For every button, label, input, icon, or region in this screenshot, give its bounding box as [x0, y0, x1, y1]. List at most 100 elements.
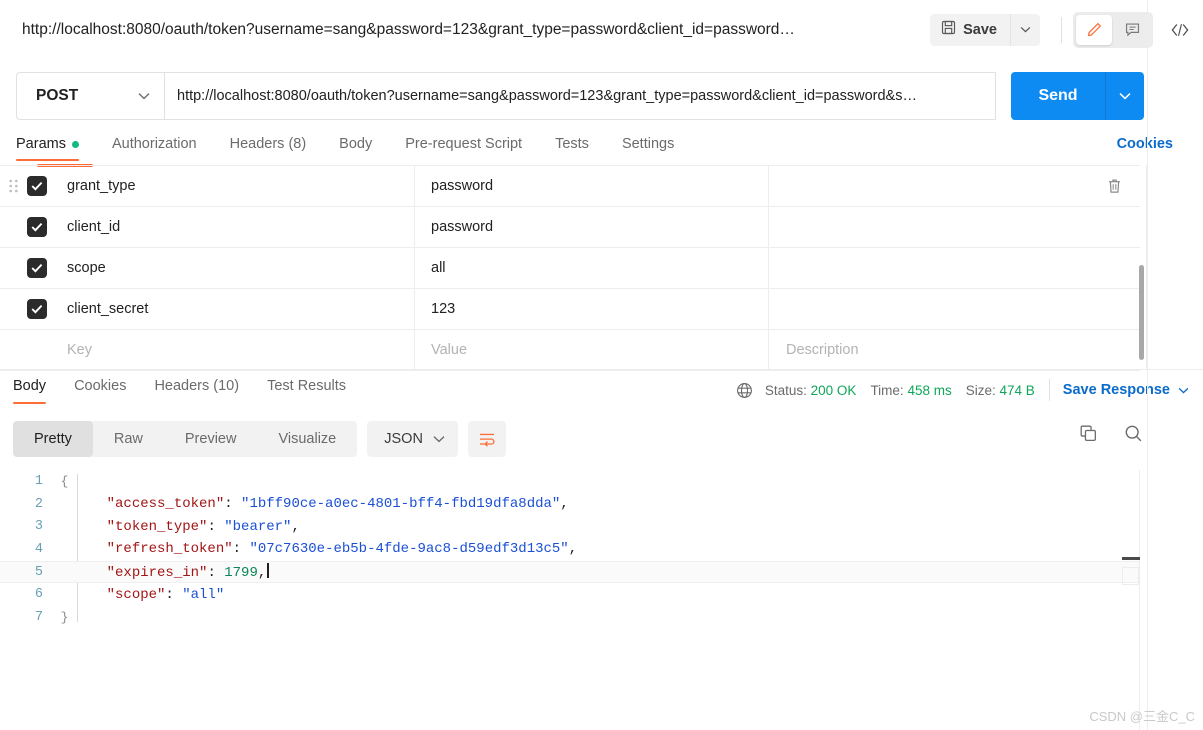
code-line-number: 7 — [34, 609, 43, 625]
response-tabs: Body Cookies Headers (10) Test Results — [13, 378, 633, 408]
code-line-number: 2 — [34, 496, 43, 512]
param-value[interactable]: password — [415, 206, 769, 248]
params-scrollbar-thumb[interactable] — [1139, 265, 1144, 360]
row-checkbox[interactable] — [27, 176, 47, 196]
code-line-text: "access_token": "1bff90ce-a0ec-4801-bff4… — [106, 496, 569, 513]
table-row[interactable]: client_id password — [0, 206, 1140, 248]
param-value[interactable]: all — [415, 247, 769, 289]
send-button[interactable]: Send — [1011, 72, 1105, 120]
delete-param-placeholder — [1088, 207, 1140, 248]
comment-toggle-button[interactable] — [1114, 15, 1150, 45]
row-checkbox[interactable] — [27, 258, 47, 278]
code-line[interactable]: 1{ — [0, 470, 1140, 493]
tab-response-headers[interactable]: Headers (10) — [154, 378, 239, 404]
tab-authorization[interactable]: Authorization — [112, 136, 197, 161]
tab-params[interactable]: Params — [16, 136, 79, 161]
code-minimap[interactable] — [1122, 567, 1139, 585]
time-label: Time: 458 ms — [870, 383, 951, 398]
code-right-border — [1139, 470, 1140, 730]
search-icon[interactable] — [1124, 424, 1143, 443]
param-key[interactable]: grant_type — [64, 165, 415, 207]
tab-response-cookies[interactable]: Cookies — [74, 378, 126, 404]
size-label-text: Size: — [965, 382, 996, 398]
trash-icon — [1108, 179, 1120, 193]
response-meta: Status: 200 OK Time: 458 ms Size: 474 B … — [736, 378, 1189, 402]
save-options-caret[interactable] — [1010, 13, 1040, 46]
tab-body[interactable]: Body — [339, 136, 372, 161]
chevron-down-icon — [1020, 26, 1031, 33]
check-icon — [31, 304, 43, 314]
edit-toggle-button[interactable] — [1076, 14, 1112, 45]
view-visualize[interactable]: Visualize — [257, 421, 357, 457]
row-checkbox-cell — [27, 166, 64, 207]
param-description[interactable] — [769, 166, 1088, 207]
divider — [1061, 16, 1062, 43]
table-row[interactable]: client_secret 123 — [0, 288, 1140, 330]
param-description[interactable] — [769, 248, 1088, 289]
code-line[interactable]: 7} — [0, 606, 1140, 629]
comment-icon — [1125, 23, 1139, 37]
tab-pre-request-script[interactable]: Pre-request Script — [405, 136, 522, 161]
new-param-key-input[interactable]: Key — [64, 329, 415, 371]
table-row[interactable]: scope all — [0, 247, 1140, 289]
request-tabs: Params Authorization Headers (8) Body Pr… — [16, 136, 1188, 168]
save-button-label: Save — [963, 21, 997, 38]
time-label-text: Time: — [870, 382, 904, 398]
save-response-button[interactable]: Save Response — [1063, 382, 1189, 398]
code-fold-brace[interactable]: } — [58, 610, 71, 625]
tab-test-results[interactable]: Test Results — [267, 378, 346, 404]
tab-tests[interactable]: Tests — [555, 136, 589, 161]
view-raw[interactable]: Raw — [93, 421, 164, 457]
code-line[interactable]: 3 "token_type": "bearer", — [0, 515, 1140, 538]
param-key[interactable]: scope — [64, 247, 415, 289]
row-checkbox[interactable] — [27, 299, 47, 319]
code-scroll-marker[interactable] — [1122, 557, 1140, 560]
response-body-code[interactable]: 1{2 "access_token": "1bff90ce-a0ec-4801-… — [0, 470, 1140, 715]
save-button[interactable]: Save — [930, 13, 1010, 46]
param-value[interactable]: password — [415, 165, 769, 207]
request-url-value: http://localhost:8080/oauth/token?userna… — [177, 88, 917, 104]
cookies-link[interactable]: Cookies — [1117, 136, 1173, 152]
time-value: 458 ms — [907, 382, 952, 398]
param-key[interactable]: client_secret — [64, 288, 415, 330]
table-row[interactable]: grant_type password — [0, 165, 1140, 207]
view-pretty[interactable]: Pretty — [13, 421, 93, 457]
row-checkbox[interactable] — [27, 217, 47, 237]
panel-right-edge — [1147, 0, 1148, 730]
param-description[interactable] — [769, 207, 1088, 248]
send-options-caret[interactable] — [1105, 72, 1144, 120]
code-snippet-button[interactable] — [1157, 10, 1203, 50]
tab-headers[interactable]: Headers (8) — [230, 136, 307, 161]
tab-response-body[interactable]: Body — [13, 378, 47, 404]
params-table: grant_type password client_id password s… — [0, 165, 1140, 371]
status-value: 200 OK — [810, 382, 857, 398]
tab-params-label: Params — [16, 136, 66, 152]
params-scrollbar[interactable] — [1139, 167, 1144, 364]
new-param-description-input[interactable]: Description — [769, 330, 1088, 371]
pencil-icon — [1087, 22, 1101, 37]
chevron-down-icon — [138, 93, 150, 100]
code-line[interactable]: 6 "scope": "all" — [0, 583, 1140, 606]
param-description[interactable] — [769, 289, 1088, 330]
new-param-value-input[interactable]: Value — [415, 329, 769, 371]
code-fold-brace[interactable]: { — [58, 474, 71, 489]
request-url-input[interactable]: http://localhost:8080/oauth/token?userna… — [164, 72, 996, 120]
http-method-select[interactable]: POST — [16, 72, 164, 120]
response-format-select[interactable]: JSON — [367, 421, 458, 457]
code-line[interactable]: 2 "access_token": "1bff90ce-a0ec-4801-bf… — [0, 493, 1140, 516]
param-key[interactable]: client_id — [64, 206, 415, 248]
request-bar: POST http://localhost:8080/oauth/token?u… — [16, 72, 1144, 120]
table-row-empty[interactable]: Key Value Description — [0, 329, 1140, 371]
view-preview[interactable]: Preview — [164, 421, 258, 457]
code-line-text: "token_type": "bearer", — [106, 518, 300, 535]
param-value[interactable]: 123 — [415, 288, 769, 330]
params-modified-dot — [71, 140, 79, 148]
tab-settings[interactable]: Settings — [622, 136, 674, 161]
word-wrap-button[interactable] — [467, 421, 506, 457]
delete-param-button[interactable] — [1088, 166, 1140, 207]
code-line[interactable]: 4 "refresh_token": "07c7630e-eb5b-4fde-9… — [0, 538, 1140, 561]
copy-icon[interactable] — [1079, 424, 1098, 443]
row-checkbox-cell — [27, 248, 64, 289]
drag-handle-icon[interactable] — [0, 166, 27, 207]
code-line[interactable]: 5 "expires_in": 1799, — [0, 560, 1140, 584]
